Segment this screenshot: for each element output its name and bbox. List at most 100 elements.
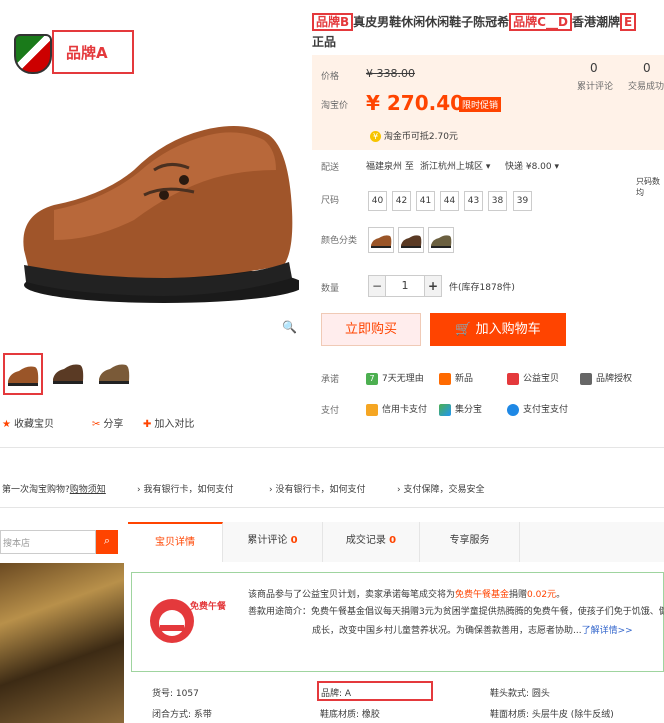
tab-services[interactable]: 专享服务 [420, 522, 520, 562]
stock-info: 件(库存1878件) [449, 283, 515, 293]
credit-card-icon [366, 403, 378, 416]
tab-detail[interactable]: 宝贝详情 [128, 522, 223, 562]
reviews-count: 0 [590, 61, 598, 75]
tab-bar-fill [520, 522, 664, 562]
reviews-label[interactable]: 累计评论 [577, 79, 613, 92]
brand-logo: 品牌A [52, 30, 134, 74]
promo-badge: 限时促销 [459, 97, 502, 112]
pay-jifen[interactable]: 集分宝 [439, 402, 482, 416]
promise-new[interactable]: 新品 [439, 371, 473, 385]
brand-logo-shield-icon [14, 34, 52, 74]
shipping-method-select[interactable]: 快递 ¥8.00 ▾ [505, 159, 559, 172]
spec-sole: 鞋底材质: 橡胶 [320, 710, 380, 720]
size-option[interactable]: 40 [368, 191, 387, 211]
charity-line2: 善款用途简介：免费午餐基金倡议每天捐赠3元为贫困学童提供热腾腾的免费午餐，使孩子… [248, 607, 664, 617]
title-brand-b: 品牌B [312, 13, 354, 31]
spec-item-no: 货号: 1057 [152, 689, 199, 699]
charity-line3: 成长，改变中国乡村儿童营养状况。为确保善款善用，志愿者协助...了解详情>> [312, 626, 633, 636]
color-option-tan[interactable] [428, 227, 454, 253]
tab-records[interactable]: 成交记录 0 [323, 522, 420, 562]
size-option[interactable]: 44 [440, 191, 459, 211]
shipping-label: 配送 [321, 163, 340, 173]
color-option-dark[interactable] [398, 227, 424, 253]
shipping-from: 福建泉州 至 [366, 162, 414, 172]
tab-reviews[interactable]: 累计评论 0 [223, 522, 323, 562]
pay-alipay[interactable]: 支付宝支付 [507, 402, 568, 416]
size-option[interactable]: 43 [464, 191, 483, 211]
first-time-guide: 第一次淘宝购物?购物须知 [2, 485, 106, 495]
quantity-minus-button[interactable]: − [368, 275, 386, 297]
share-icon: ✂ [92, 419, 101, 430]
jifenbao-icon [439, 403, 451, 416]
star-icon: ★ [2, 419, 11, 430]
pay-credit[interactable]: 信用卡支付 [366, 402, 427, 416]
side-note: 只码数均 [636, 177, 660, 197]
free-lunch-logo [142, 585, 232, 650]
chevron-down-icon: ▾ [485, 162, 491, 172]
no-bank-link[interactable]: › 没有银行卡，如何支付 [269, 482, 365, 495]
color-option-brown[interactable] [368, 227, 394, 253]
chevron-down-icon: ▾ [554, 162, 560, 172]
charity-line1: 该商品参与了公益宝贝计划，卖家承诺每笔成交将为免费午餐基金捐赠0.02元。 [248, 590, 566, 600]
share-button[interactable]: ✂ 分享 [92, 415, 123, 430]
title-line2: 正品 [312, 35, 337, 49]
zoom-icon[interactable]: 🔍 [282, 320, 297, 334]
quantity-input[interactable]: 1 [385, 275, 425, 297]
buy-now-button[interactable]: 立即购买 [321, 313, 421, 346]
tb-price: ¥ 270.40 [366, 91, 465, 115]
thumbnail-2[interactable] [50, 353, 90, 395]
product-title: 品牌B 真皮男鞋休闲休闲鞋子陈冠希 品牌C__D 香港潮牌 E [312, 11, 662, 33]
new-icon [439, 372, 451, 385]
charity-icon [507, 372, 519, 385]
seven-day-icon: 7 [366, 372, 378, 385]
learn-more-link[interactable]: 了解详情>> [582, 626, 633, 636]
spec-closure: 闭合方式: 系带 [152, 710, 212, 720]
size-label: 尺码 [321, 196, 340, 206]
plus-icon: ✚ [143, 419, 152, 430]
orig-price: ¥ 338.00 [366, 67, 415, 80]
title-brand-cd: 品牌C__D [509, 13, 572, 31]
store-banner-image[interactable] [0, 563, 124, 723]
size-option[interactable]: 38 [488, 191, 507, 211]
add-to-cart-button[interactable]: 🛒 加入购物车 [430, 313, 566, 346]
free-lunch-logo-text: 免费午餐 [190, 602, 227, 612]
spec-toe: 鞋头款式: 圆头 [490, 689, 550, 699]
quantity-label: 数量 [321, 284, 340, 294]
quantity-plus-button[interactable]: + [424, 275, 442, 297]
promise-brand[interactable]: 品牌授权 [580, 371, 632, 385]
promise-label: 承诺 [321, 375, 340, 385]
deals-count: 0 [643, 61, 651, 75]
store-search-input[interactable]: 搜本店 [0, 530, 96, 554]
spec-brand: 品牌: A [317, 681, 433, 701]
color-label: 颜色分类 [321, 236, 358, 246]
thumbnail-1[interactable] [3, 353, 43, 395]
brand-auth-icon [580, 372, 592, 385]
search-icon: ⌕ [103, 534, 111, 547]
shopping-guide-link[interactable]: 购物须知 [70, 485, 106, 495]
payment-label: 支付 [321, 406, 340, 416]
size-option[interactable]: 39 [513, 191, 532, 211]
promise-charity[interactable]: 公益宝贝 [507, 371, 559, 385]
tb-price-label: 淘宝价 [321, 101, 349, 111]
alipay-icon [507, 403, 519, 416]
orig-price-label: 价格 [321, 72, 340, 82]
deals-label[interactable]: 交易成功 [628, 79, 664, 92]
compare-button[interactable]: ✚ 加入对比 [143, 415, 194, 430]
shipping-to-select[interactable]: 浙江杭州上城区 ▾ [420, 159, 490, 172]
promise-7day[interactable]: 7 7天无理由 [366, 371, 424, 385]
divider [0, 447, 664, 448]
product-main-image[interactable] [14, 100, 299, 310]
safe-link[interactable]: › 支付保障，交易安全 [397, 482, 484, 495]
have-bank-link[interactable]: › 我有银行卡，如何支付 [137, 482, 233, 495]
spec-upper: 鞋面材质: 头层牛皮 (除牛反绒) [490, 710, 614, 720]
size-option[interactable]: 41 [416, 191, 435, 211]
thumbnail-3[interactable] [96, 353, 136, 395]
coin-icon: ¥ [370, 131, 381, 142]
title-brand-e: E [619, 13, 637, 31]
coin-offer: ¥ 淘金币可抵2.70元 [370, 129, 458, 142]
size-option[interactable]: 42 [392, 191, 411, 211]
divider [0, 507, 664, 508]
cart-icon: 🛒 [455, 322, 472, 337]
favorite-button[interactable]: ★ 收藏宝贝 [2, 415, 54, 430]
search-button[interactable]: ⌕ [96, 530, 118, 554]
